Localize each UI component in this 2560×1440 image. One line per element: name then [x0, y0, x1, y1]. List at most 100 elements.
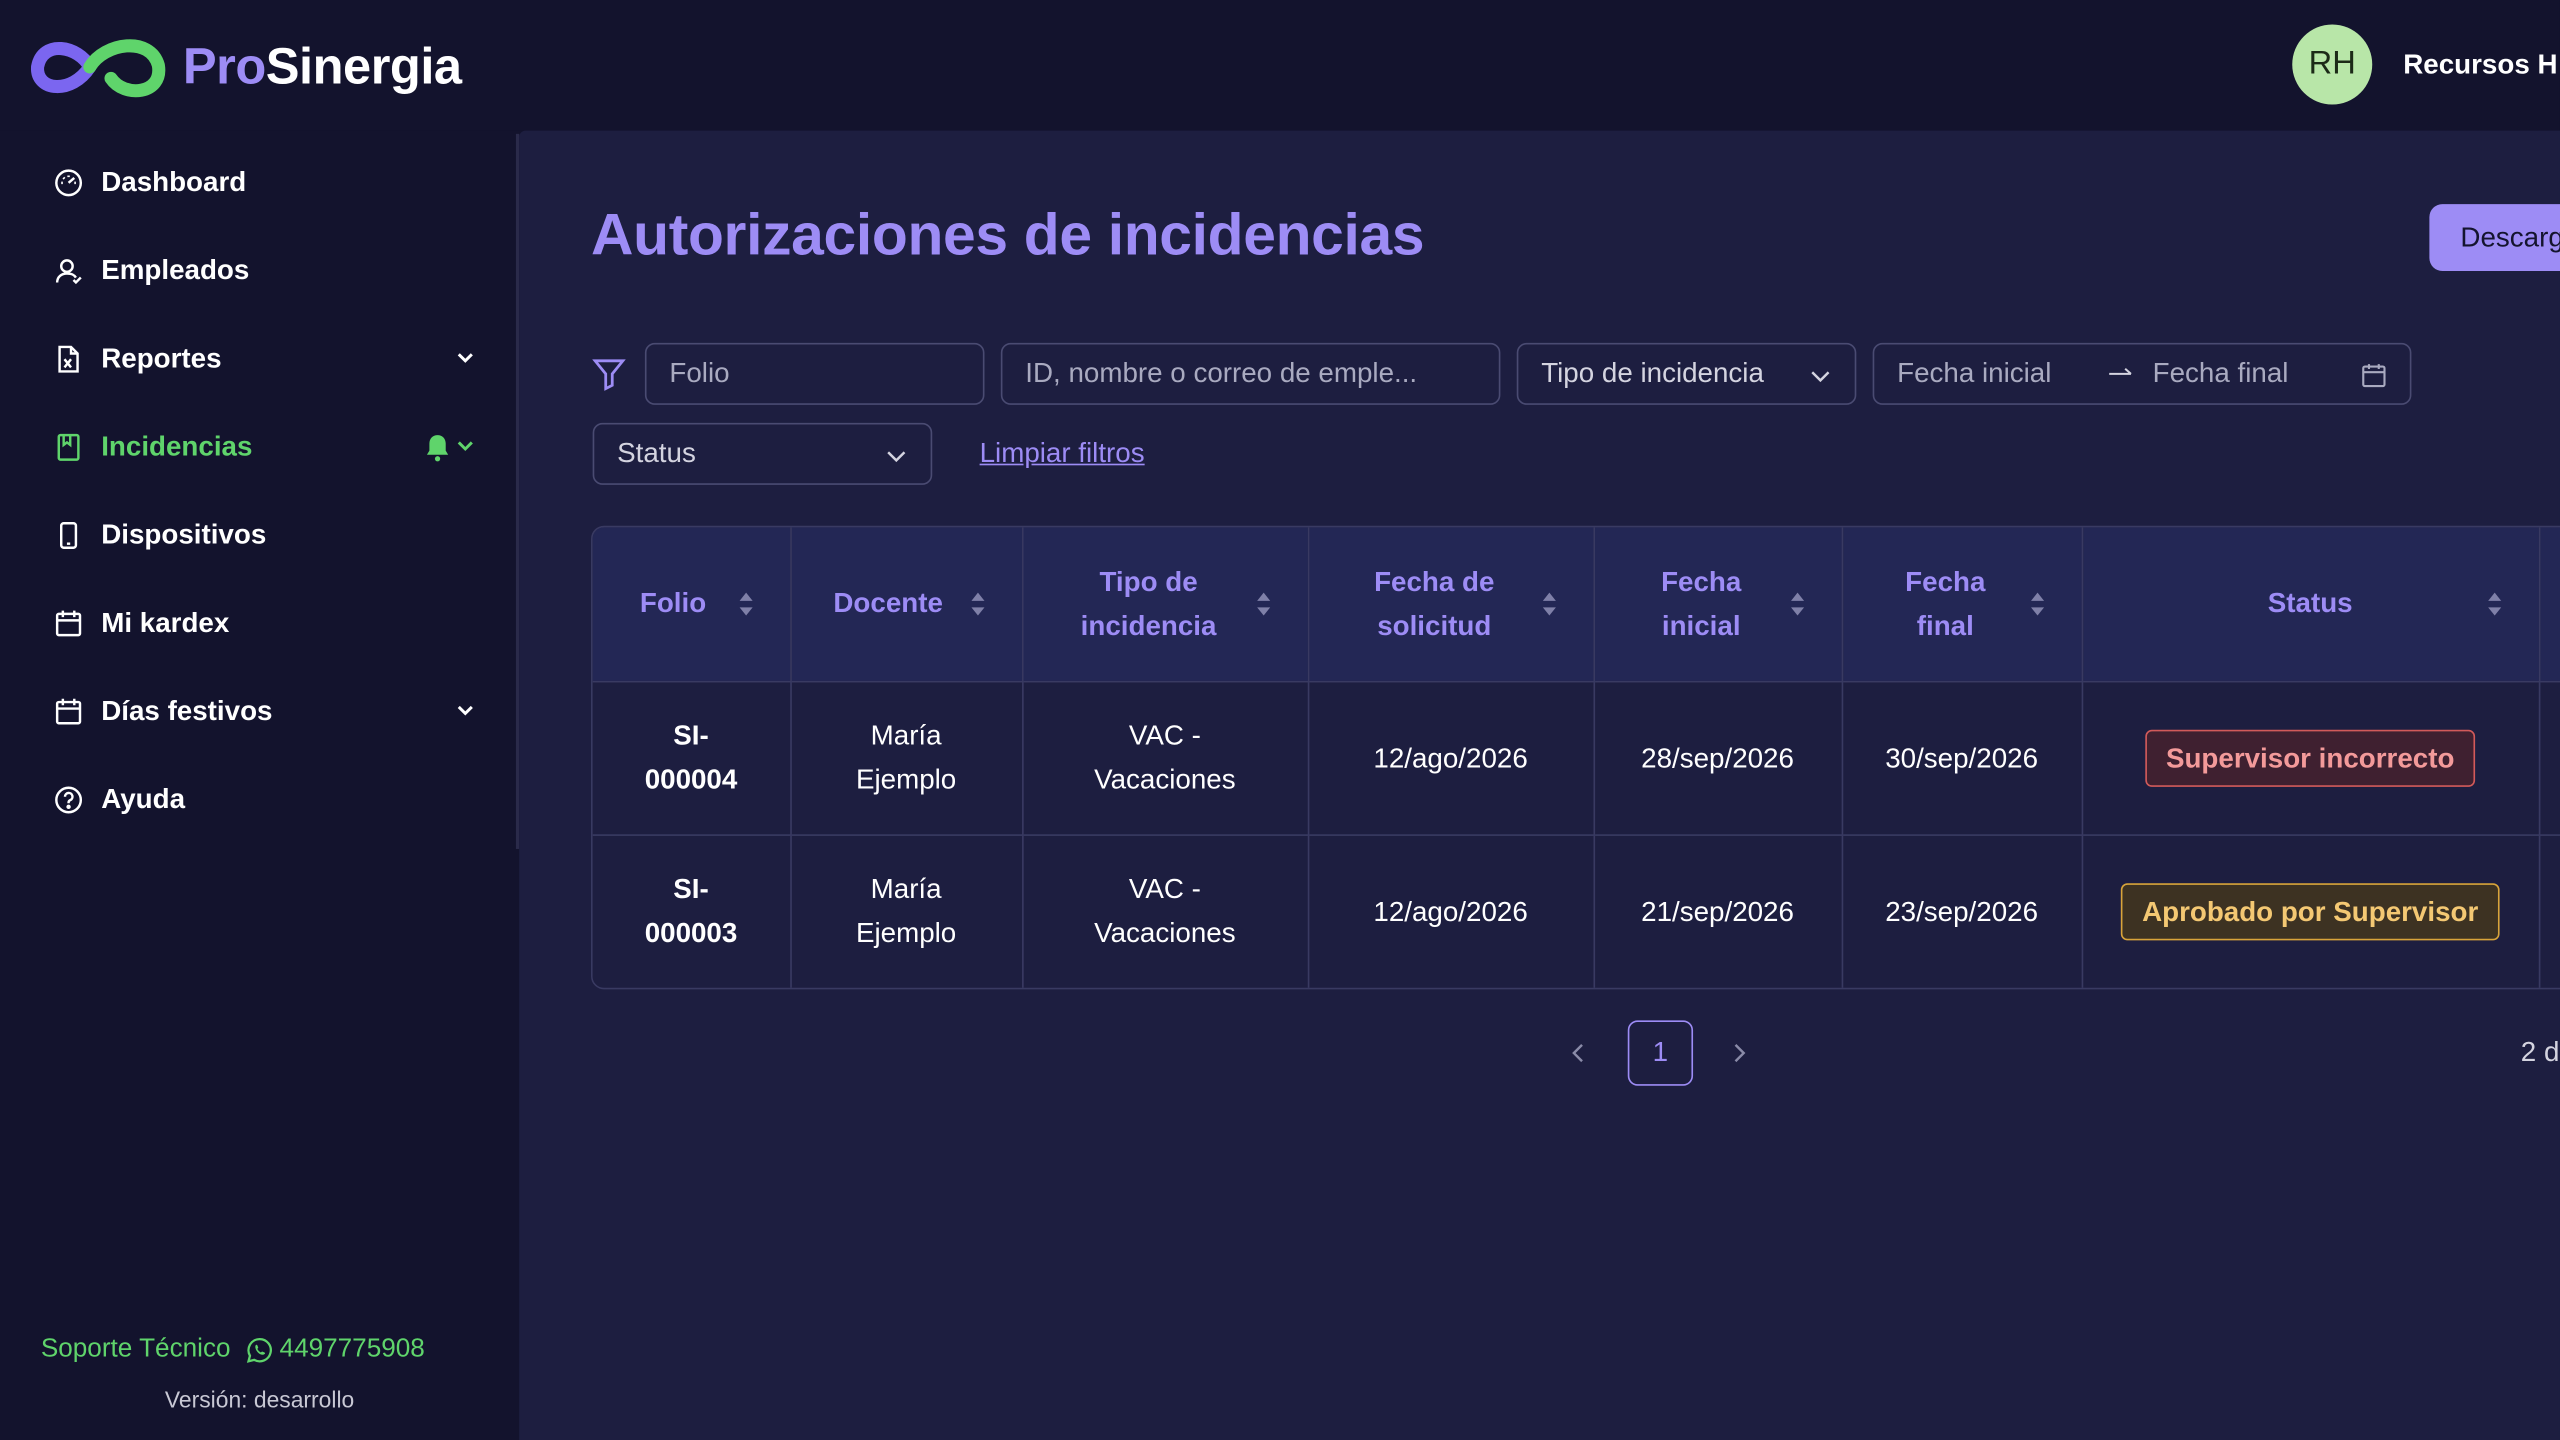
mobile-icon	[39, 521, 101, 550]
tipo-name: Vacaciones	[1094, 917, 1236, 949]
avatar[interactable]: RH	[2292, 24, 2373, 105]
chevron-down-icon[interactable]	[454, 434, 477, 457]
brand-suffix: Sinergia	[265, 37, 462, 95]
sort-icon[interactable]	[2486, 588, 2502, 621]
infinity-logo-icon	[31, 39, 166, 98]
top-bar: ProSinergia RH Recursos H	[0, 0, 2560, 131]
brand-logo[interactable]: ProSinergia	[29, 29, 462, 104]
sort-icon[interactable]	[969, 588, 985, 621]
column-header-label: Docente	[833, 588, 943, 620]
chevron-down-icon[interactable]	[454, 699, 477, 722]
sidebar-item-label: Incidencias	[101, 431, 253, 463]
support-label: Soporte Técnico	[40, 1335, 231, 1364]
tipo-code: VAC -	[1128, 873, 1201, 905]
status-select[interactable]: Status	[592, 422, 933, 485]
column-header-fecha-final[interactable]: Fecha final	[1841, 527, 2083, 682]
clear-filters-link[interactable]: Limpiar filtros	[980, 438, 1145, 471]
docente-last: Ejemplo	[855, 764, 957, 796]
column-header-label: Status	[2267, 588, 2353, 620]
cell-docente: María Ejemplo	[790, 680, 1023, 836]
sidebar-item-label: Dispositivos	[101, 519, 267, 551]
chevron-left-icon[interactable]	[1564, 1038, 1593, 1067]
chevron-right-icon[interactable]	[1724, 1038, 1753, 1067]
column-header-label: incidencia	[1080, 610, 1217, 642]
sidebar-item-label: Reportes	[101, 342, 222, 374]
status-badge: Aprobado por Supervisor	[2120, 882, 2500, 940]
sidebar-item-empleados[interactable]: Empleados	[39, 238, 483, 303]
gauge-icon	[39, 168, 101, 197]
sidebar-item-ayuda[interactable]: Ayuda	[39, 767, 483, 832]
column-header-fecha-inicial[interactable]: Fecha inicial	[1593, 527, 1843, 682]
column-header-status[interactable]: Status	[2081, 527, 2540, 682]
whatsapp-icon	[247, 1337, 273, 1363]
column-header-folio[interactable]: Folio	[592, 527, 792, 682]
cell-extra	[2538, 680, 2560, 836]
status-badge: Supervisor incorrecto	[2144, 728, 2476, 787]
sidebar-item-dashboard[interactable]: Dashboard	[39, 150, 483, 215]
folio-input[interactable]: Folio	[644, 342, 985, 405]
cell-extra	[2538, 834, 2560, 988]
sidebar-item-dias-festivos[interactable]: Días festivos	[39, 679, 483, 744]
sidebar: Dashboard Empleados Reportes Incidencias	[0, 130, 520, 1440]
calendar-icon	[39, 609, 101, 638]
cell-folio[interactable]: SI- 000003	[592, 834, 792, 988]
page-title: Autorizaciones de incidencias	[591, 200, 1425, 268]
tipo-incidencia-value: Tipo de incidencia	[1541, 357, 1764, 389]
filter-icon[interactable]	[591, 356, 627, 392]
sidebar-item-mi-kardex[interactable]: Mi kardex	[39, 591, 483, 656]
report-file-icon	[39, 344, 101, 373]
bell-icon[interactable]	[424, 433, 450, 462]
cell-docente: María Ejemplo	[790, 834, 1023, 988]
chevron-down-icon[interactable]	[454, 346, 477, 369]
cell-status: Aprobado por Supervisor	[2081, 834, 2540, 988]
folio-prefix: SI-	[673, 719, 709, 752]
date-range-picker[interactable]: Fecha inicial Fecha final	[1872, 342, 2412, 405]
main-content: Autorizaciones de incidencias Descarg Fo…	[519, 130, 2560, 1440]
docente-last: Ejemplo	[855, 917, 957, 949]
user-icon	[39, 256, 101, 285]
user-name[interactable]: Recursos H	[2403, 49, 2557, 82]
sidebar-item-label: Días festivos	[101, 695, 273, 727]
cell-status: Supervisor incorrecto	[2081, 680, 2540, 836]
sidebar-item-reportes[interactable]: Reportes	[39, 327, 483, 392]
brand-prefix: Pro	[182, 37, 266, 95]
column-header-label: Tipo de	[1099, 566, 1198, 598]
fecha-final-input[interactable]: Fecha final	[2153, 358, 2289, 391]
arrow-right-icon	[2108, 368, 2131, 375]
tipo-incidencia-select[interactable]: Tipo de incidencia	[1516, 342, 1857, 405]
column-header-tipo[interactable]: Tipo de incidencia	[1022, 527, 1309, 682]
tipo-code: VAC -	[1128, 719, 1201, 752]
pagination-total: 2 d	[2520, 1036, 2560, 1068]
chevron-down-icon	[887, 451, 906, 463]
support-contact[interactable]: Soporte Técnico 4497775908	[41, 1336, 425, 1365]
cell-fecha-final: 30/sep/2026	[1841, 680, 2083, 836]
column-header-label: Folio	[639, 588, 707, 620]
table-header-row: Folio Docente Tipo de incidencia Fecha d…	[592, 527, 2560, 682]
table-row[interactable]: SI- 000003 María Ejemplo VAC - Vacaciones 1…	[592, 834, 2560, 988]
sidebar-item-dispositivos[interactable]: Dispositivos	[39, 503, 483, 568]
brand-name: ProSinergia	[183, 38, 462, 97]
cell-folio[interactable]: SI- 000004	[592, 680, 792, 836]
column-header-docente[interactable]: Docente	[790, 527, 1023, 682]
sort-icon[interactable]	[1255, 588, 1271, 621]
sidebar-item-incidencias[interactable]: Incidencias	[39, 415, 483, 480]
cell-fecha-inicial: 21/sep/2026	[1593, 834, 1843, 988]
employee-search-input[interactable]: ID, nombre o correo de emple...	[1000, 342, 1501, 405]
sort-icon[interactable]	[1789, 588, 1805, 621]
column-header-label: inicial	[1661, 610, 1741, 642]
sort-icon[interactable]	[1540, 588, 1556, 621]
table-row[interactable]: SI- 000004 María Ejemplo VAC - Vacaciones 1…	[592, 680, 2560, 836]
help-circle-icon	[39, 785, 101, 814]
download-button[interactable]: Descarg	[2429, 204, 2560, 272]
page-button-current[interactable]: 1	[1627, 1020, 1694, 1086]
sidebar-item-label: Dashboard	[101, 166, 247, 198]
fecha-inicial-input[interactable]: Fecha inicial	[1897, 358, 2051, 391]
column-header-fecha-solicitud[interactable]: Fecha de solicitud	[1307, 527, 1595, 682]
sidebar-item-label: Mi kardex	[101, 607, 230, 639]
calendar-icon[interactable]	[2361, 362, 2387, 388]
bookmark-icon	[39, 433, 101, 462]
sort-icon[interactable]	[737, 588, 753, 621]
column-header-extra	[2538, 527, 2560, 682]
sort-icon[interactable]	[2029, 588, 2045, 621]
column-header-label: Fecha	[1905, 566, 1986, 598]
